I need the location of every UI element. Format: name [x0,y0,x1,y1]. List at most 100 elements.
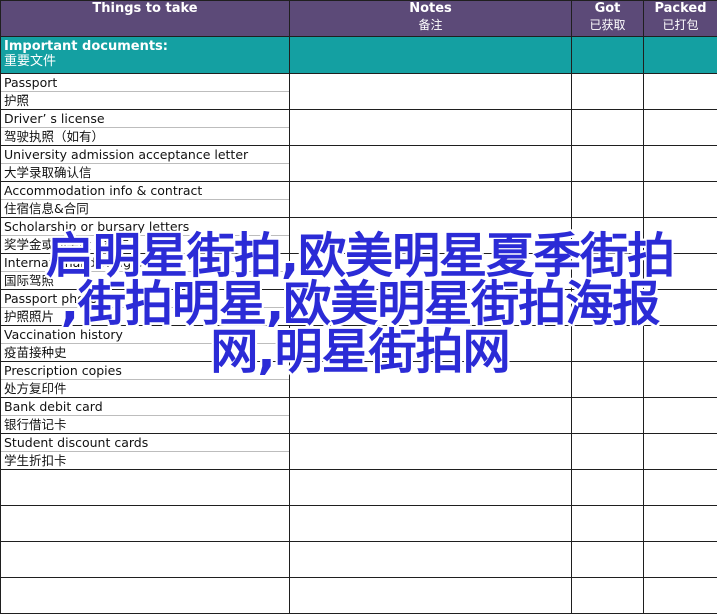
item-notes-cell[interactable] [289,325,572,362]
checklist-table: Things to take Notes 备注 Got 已获取 Packed 已… [0,0,717,614]
item-label-en: Bank debit card [1,399,289,416]
table-row: Bank debit card 银行借记卡 [0,397,717,434]
header-got: Got 已获取 [571,0,644,37]
item-got-cell[interactable] [571,253,644,290]
empty-notes-cell[interactable] [289,505,572,542]
empty-packed-cell[interactable] [643,505,717,542]
item-label-cell: Prescription copies 处方复印件 [0,361,290,398]
item-label-cell: University admission acceptance letter 大学… [0,145,290,182]
header-notes: Notes 备注 [289,0,572,37]
item-label-zh: 驾驶执照（如有） [4,129,105,144]
empty-label-cell[interactable] [0,541,290,578]
empty-row [0,541,717,578]
item-label-zh: 住宿信息&合同 [4,201,89,216]
empty-packed-cell[interactable] [643,469,717,506]
item-notes-cell[interactable] [289,73,572,110]
item-packed-cell[interactable] [643,253,717,290]
table-row: Driver’ s license 驾驶执照（如有） [0,109,717,146]
item-packed-cell[interactable] [643,109,717,146]
table-row: Passport 护照 [0,73,717,110]
item-label-en: Scholarship or bursary letters [1,219,289,236]
empty-got-cell[interactable] [571,505,644,542]
item-label-zh: 大学录取确认信 [4,165,92,180]
table-row: International driving permit 国际驾照 [0,253,717,290]
item-packed-cell[interactable] [643,361,717,398]
item-packed-cell[interactable] [643,217,717,254]
empty-row [0,469,717,506]
item-got-cell[interactable] [571,217,644,254]
empty-label-cell[interactable] [0,505,290,542]
section-notes-cell [289,36,572,74]
item-packed-cell[interactable] [643,325,717,362]
item-got-cell[interactable] [571,325,644,362]
item-packed-cell[interactable] [643,145,717,182]
empty-notes-cell[interactable] [289,577,572,614]
section-row-important-documents: Important documents: 重要文件 [0,36,717,74]
item-packed-cell[interactable] [643,181,717,218]
item-notes-cell[interactable] [289,289,572,326]
item-label-en: Passport photos [1,291,289,308]
item-label-zh: 国际驾照 [4,273,55,288]
item-got-cell[interactable] [571,361,644,398]
table-row: Vaccination history 疫苗接种史 [0,325,717,362]
item-packed-cell[interactable] [643,397,717,434]
item-packed-cell[interactable] [643,289,717,326]
item-got-cell[interactable] [571,145,644,182]
item-label-cell: Passport photos 护照照片 [0,289,290,326]
item-got-cell[interactable] [571,109,644,146]
item-label-en: Accommodation info & contract [1,183,289,200]
item-label-zh: 学生折扣卡 [4,453,67,468]
item-label-zh: 护照 [4,93,30,108]
item-label-cell: Driver’ s license 驾驶执照（如有） [0,109,290,146]
empty-notes-cell[interactable] [289,541,572,578]
empty-notes-cell[interactable] [289,469,572,506]
item-got-cell[interactable] [571,289,644,326]
item-label-zh: 疫苗接种史 [4,345,67,360]
section-got-cell [571,36,644,74]
item-got-cell[interactable] [571,397,644,434]
header-row: Things to take Notes 备注 Got 已获取 Packed 已… [0,0,717,37]
header-packed: Packed 已打包 [643,0,717,37]
item-notes-cell[interactable] [289,181,572,218]
item-label-cell: Vaccination history 疫苗接种史 [0,325,290,362]
table-row: Passport photos 护照照片 [0,289,717,326]
item-notes-cell[interactable] [289,145,572,182]
item-label-en: Vaccination history [1,327,289,344]
table-row: University admission acceptance letter 大学… [0,145,717,182]
item-notes-cell[interactable] [289,361,572,398]
item-label-cell: Passport 护照 [0,73,290,110]
empty-got-cell[interactable] [571,469,644,506]
item-notes-cell[interactable] [289,433,572,470]
item-label-zh: 银行借记卡 [4,417,67,432]
section-packed-cell [643,36,717,74]
empty-label-cell[interactable] [0,469,290,506]
item-got-cell[interactable] [571,73,644,110]
item-packed-cell[interactable] [643,73,717,110]
empty-label-cell[interactable] [0,577,290,614]
item-label-en: Driver’ s license [1,111,289,128]
empty-packed-cell[interactable] [643,577,717,614]
section-title: Important documents: 重要文件 [0,36,290,74]
table-row: Prescription copies 处方复印件 [0,361,717,398]
item-label-en: International driving permit [1,255,289,272]
empty-packed-cell[interactable] [643,541,717,578]
table-row: Scholarship or bursary letters 奖学金或助学金（如有… [0,217,717,254]
item-notes-cell[interactable] [289,253,572,290]
item-notes-cell[interactable] [289,217,572,254]
item-packed-cell[interactable] [643,433,717,470]
empty-row [0,577,717,614]
item-notes-cell[interactable] [289,109,572,146]
item-label-cell: Accommodation info & contract 住宿信息&合同 [0,181,290,218]
item-got-cell[interactable] [571,433,644,470]
empty-got-cell[interactable] [571,577,644,614]
item-label-en: University admission acceptance letter [1,147,289,164]
item-notes-cell[interactable] [289,397,572,434]
empty-got-cell[interactable] [571,541,644,578]
empty-row [0,505,717,542]
item-label-cell: Scholarship or bursary letters 奖学金或助学金（如有… [0,217,290,254]
item-got-cell[interactable] [571,181,644,218]
item-label-zh: 护照照片 [4,309,55,324]
item-label-cell: International driving permit 国际驾照 [0,253,290,290]
item-label-zh: 处方复印件 [4,381,67,396]
item-label-en: Passport [1,75,289,92]
